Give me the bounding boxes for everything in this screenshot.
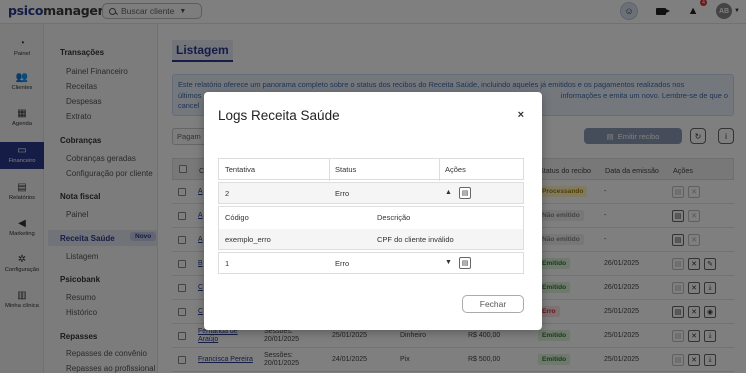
- attempt-status: Erro: [335, 259, 350, 268]
- attempt-status: Erro: [335, 189, 350, 198]
- close-button[interactable]: Fechar: [462, 295, 524, 313]
- log-row: 1 Erro ▼ ▤: [218, 252, 524, 274]
- chevron-down-icon[interactable]: ▼: [445, 259, 452, 266]
- log-detail: Código Descrição exemplo_erro CPF do cli…: [218, 206, 524, 250]
- chevron-up-icon[interactable]: ▲: [445, 189, 452, 196]
- header-attempt: Tentativa: [225, 165, 256, 174]
- header-actions: Ações: [445, 165, 466, 174]
- header-status: Status: [335, 165, 357, 174]
- detail-header-description: Descrição: [377, 213, 411, 222]
- log-row: 2 Erro ▲ ▤: [218, 182, 524, 204]
- error-code: exemplo_erro: [225, 235, 271, 244]
- detail-header-code: Código: [225, 213, 249, 222]
- document-icon[interactable]: ▤: [459, 187, 471, 199]
- error-description: CPF do cliente inválido: [377, 235, 454, 244]
- modal-title: Logs Receita Saúde: [218, 108, 340, 123]
- close-icon[interactable]: ×: [518, 109, 524, 121]
- document-icon[interactable]: ▤: [459, 257, 471, 269]
- logs-table-header: Tentativa Status Ações: [218, 158, 524, 181]
- logs-modal: Logs Receita Saúde × Tentativa Status Aç…: [204, 92, 542, 330]
- attempt-number: 2: [225, 189, 230, 198]
- attempt-number: 1: [225, 259, 230, 268]
